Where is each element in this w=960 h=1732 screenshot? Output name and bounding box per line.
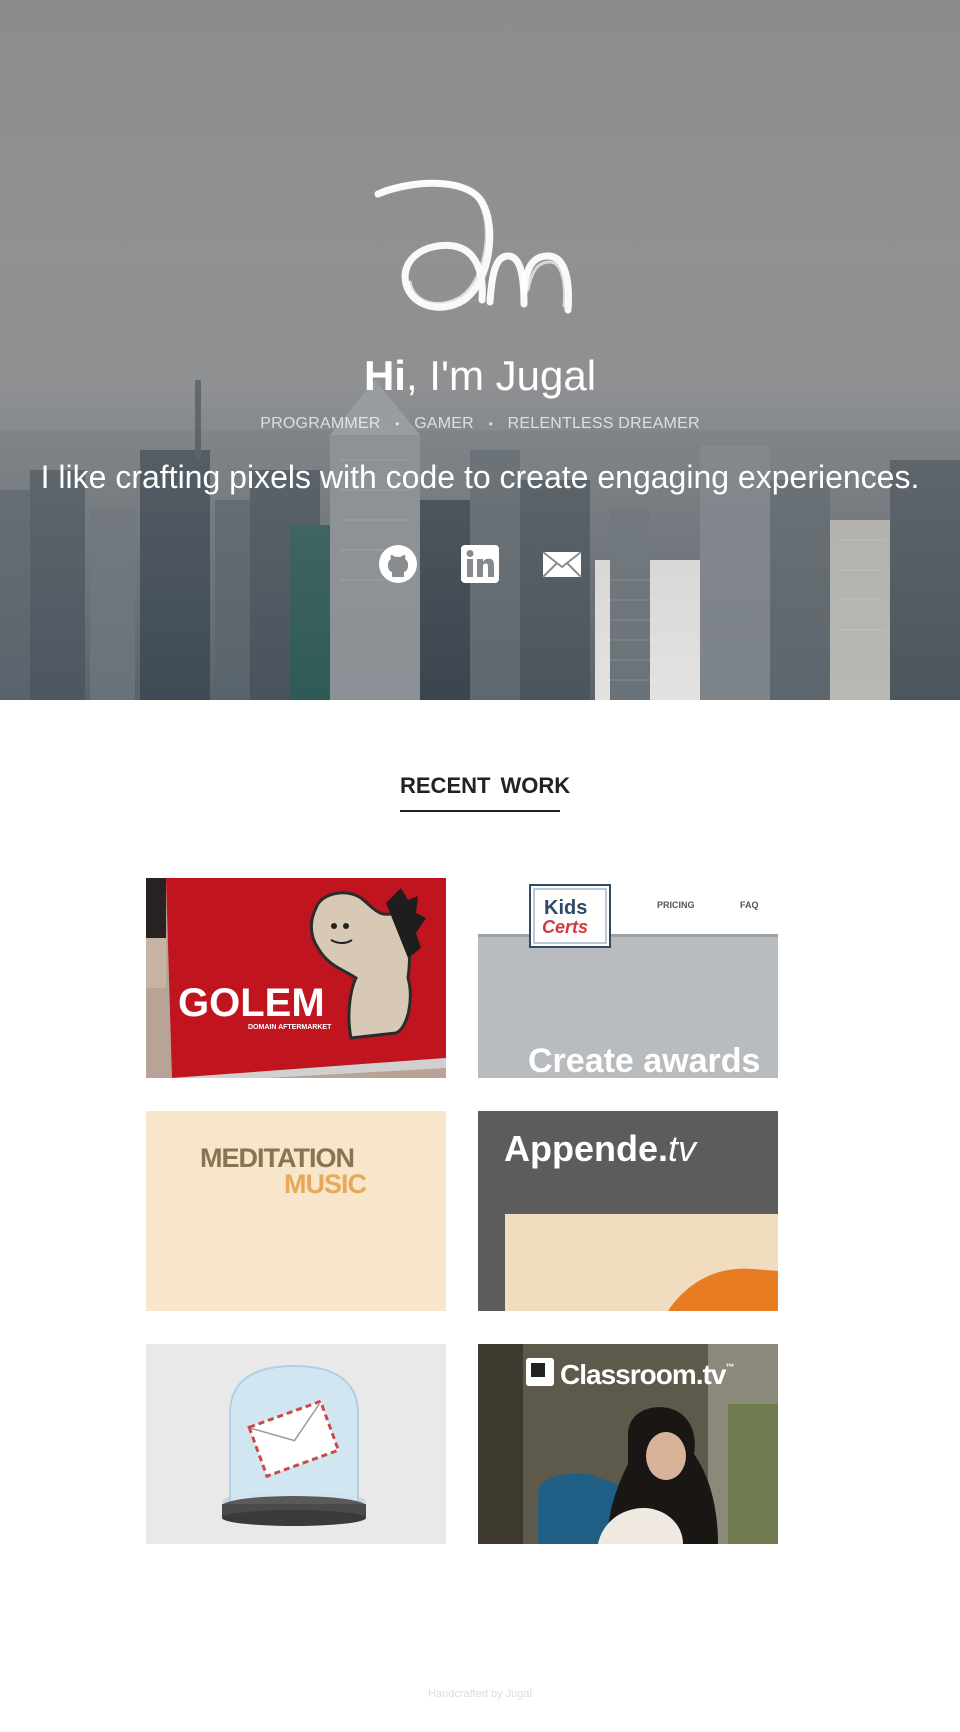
recent-work-heading: RECENT WORK xyxy=(400,770,570,812)
email-link[interactable] xyxy=(542,544,583,584)
appende-label-main: Appende. xyxy=(504,1128,668,1169)
github-icon xyxy=(378,545,417,583)
appende-tv-thumbnail: Appende.tv xyxy=(478,1111,778,1311)
hero-greeting: Hi, I'm Jugal xyxy=(0,350,960,402)
work-tile-appende-tv[interactable]: Appende.tv xyxy=(478,1111,778,1311)
classroom-tv-label-main: Classroom.tv xyxy=(560,1359,727,1390)
appende-label: Appende.tv xyxy=(504,1128,698,1169)
mail-icon xyxy=(542,551,583,578)
greeting-rest: , I'm Jugal xyxy=(405,352,597,399)
roles-line: PROGRAMMER • GAMER • RELENTLESS DREAMER xyxy=(0,412,960,436)
linkedin-icon xyxy=(461,545,499,583)
heading-bold: RECENT xyxy=(400,773,491,798)
page-footer: Handcrafted by Jugal xyxy=(0,1686,960,1702)
role-separator: • xyxy=(488,417,493,431)
role-separator: • xyxy=(395,417,400,431)
hero-content: Hi, I'm Jugal PROGRAMMER • GAMER • RELEN… xyxy=(0,0,960,700)
appende-label-tv: tv xyxy=(668,1128,698,1169)
greeting-bold: Hi xyxy=(363,352,406,399)
kids-certs-thumbnail: Kids Certs PRICING FAQ Create awards xyxy=(478,878,778,1078)
social-links xyxy=(0,544,960,584)
kids-certs-logo-top: Kids xyxy=(544,897,587,919)
classroom-tv-tm: ™ xyxy=(725,1362,733,1372)
hero-tagline: I like crafting pixels with code to crea… xyxy=(40,459,920,495)
golem-sublabel: DOMAIN AFTERMARKET xyxy=(248,1024,332,1031)
role-programmer: PROGRAMMER xyxy=(260,415,381,433)
jm-logo xyxy=(374,179,572,314)
kids-certs-nav-pricing: PRICING xyxy=(657,900,695,910)
classroom-tv-label: Classroom.tv™ xyxy=(560,1359,733,1390)
meditation-music-thumbnail: MEDITATION MUSIC xyxy=(146,1111,446,1311)
work-tile-kids-certs[interactable]: Kids Certs PRICING FAQ Create awards xyxy=(478,878,778,1078)
golem-label: GOLEM xyxy=(178,981,325,1025)
footer-credit: Handcrafted by Jugal xyxy=(428,1688,532,1700)
role-dreamer: RELENTLESS DREAMER xyxy=(507,415,700,433)
work-tile-golem[interactable]: GOLEM DOMAIN AFTERMARKET xyxy=(146,878,446,1078)
work-tile-snow-globe[interactable] xyxy=(146,1344,446,1544)
kids-certs-logo-bottom: Certs xyxy=(542,917,588,937)
snow-globe-thumbnail xyxy=(146,1344,446,1544)
github-link[interactable] xyxy=(378,544,418,584)
work-grid: GOLEM DOMAIN AFTERMARKET Kids Certs PRIC… xyxy=(146,878,778,1544)
linkedin-link[interactable] xyxy=(460,544,500,584)
classroom-tv-thumbnail: Classroom.tv™ xyxy=(478,1344,778,1544)
kids-certs-nav-faq: FAQ xyxy=(740,900,759,910)
golem-thumbnail: GOLEM DOMAIN AFTERMARKET xyxy=(146,878,446,1078)
heading-rest: WORK xyxy=(500,773,571,798)
work-tile-meditation-music[interactable]: MEDITATION MUSIC xyxy=(146,1111,446,1311)
work-tile-classroom-tv[interactable]: Classroom.tv™ xyxy=(478,1344,778,1544)
hero-banner: Hi, I'm Jugal PROGRAMMER • GAMER • RELEN… xyxy=(0,0,960,700)
meditation-label-bottom: MUSIC xyxy=(284,1169,367,1199)
kids-certs-headline: Create awards xyxy=(528,1042,760,1078)
role-gamer: GAMER xyxy=(414,415,474,433)
